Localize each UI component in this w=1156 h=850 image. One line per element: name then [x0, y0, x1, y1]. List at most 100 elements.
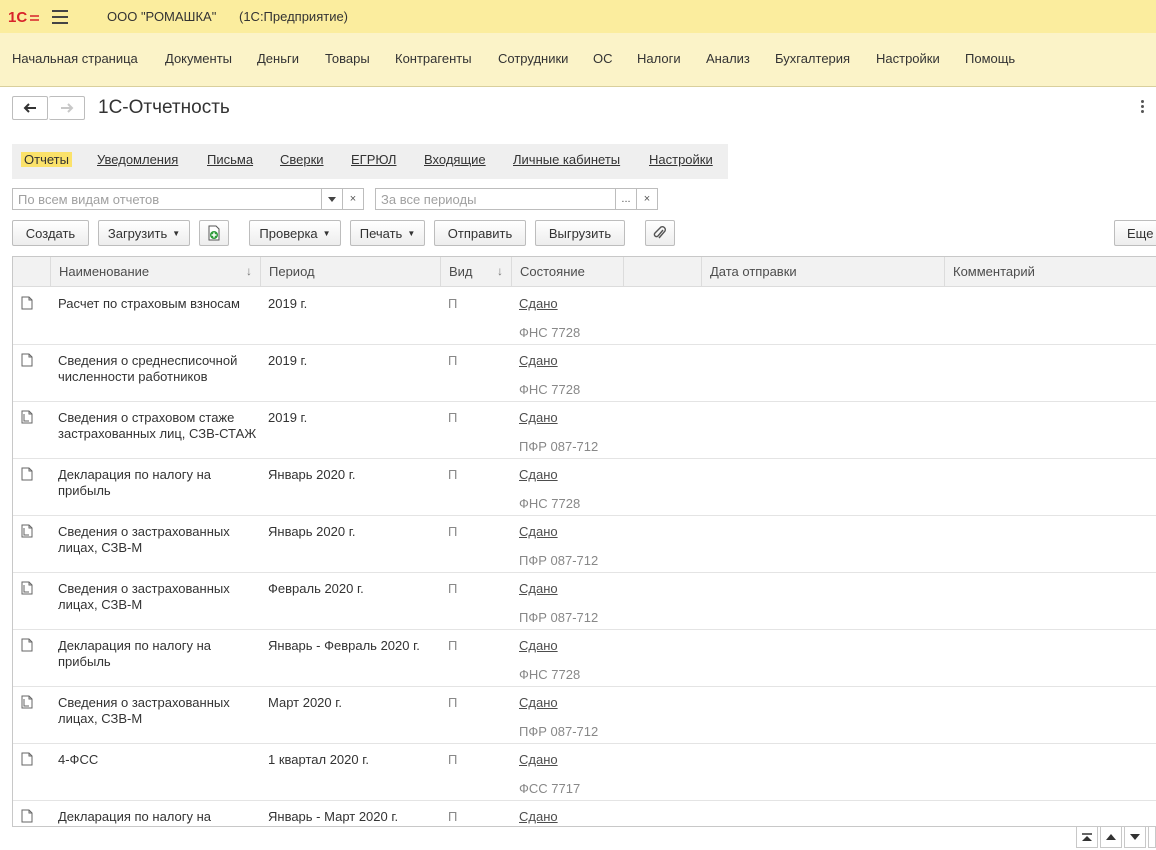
report-name: Сведения о среднесписочной численности р… — [58, 353, 238, 384]
tab-reports[interactable]: Отчеты — [21, 152, 72, 167]
scroll-to-top-button[interactable] — [1076, 826, 1098, 848]
triangle-up-icon — [1106, 834, 1116, 840]
organization-name: ООО "РОМАШКА" — [107, 9, 217, 24]
export-button[interactable]: Выгрузить — [535, 220, 625, 246]
report-period: 2019 г. — [268, 296, 308, 311]
period-select-button[interactable]: ... — [615, 188, 637, 210]
scroll-to-bottom-button[interactable] — [1148, 826, 1156, 848]
tab-notifications[interactable]: Уведомления — [97, 152, 178, 167]
report-recipient: ФНС 7728 — [519, 496, 581, 511]
section-help[interactable]: Помощь — [965, 51, 1015, 66]
table-row[interactable]: Сведения о застрахованных лицах, СЗВ-М Ян… — [13, 516, 1156, 573]
attach-button[interactable] — [645, 220, 675, 246]
report-status-link[interactable]: Сдано — [519, 353, 558, 369]
create-label: Создать — [25, 225, 76, 241]
table-row[interactable]: Декларация по налогу на прибыль Январь 20… — [13, 459, 1156, 516]
report-recipient: ПФР 087-712 — [519, 610, 599, 625]
main-menu-icon[interactable] — [52, 10, 68, 24]
table-row[interactable]: 4-ФСС 1 квартал 2020 г. П Сдано ФСС 7717 — [13, 744, 1156, 801]
report-status-link[interactable]: Сдано — [519, 467, 558, 483]
section-taxes[interactable]: Налоги — [637, 51, 681, 66]
section-employees[interactable]: Сотрудники — [498, 51, 568, 66]
report-status-link[interactable]: Сдано — [519, 581, 558, 597]
report-name: 4-ФСС — [58, 752, 99, 767]
print-label: Печать — [359, 225, 403, 241]
period-clear-button[interactable]: × — [636, 188, 658, 210]
section-settings[interactable]: Настройки — [876, 51, 940, 66]
send-button[interactable]: Отправить — [434, 220, 526, 246]
tab-reconciliations[interactable]: Сверки — [280, 152, 324, 167]
report-status-link[interactable]: Сдано — [519, 638, 558, 654]
period-placeholder: За все периоды — [381, 192, 477, 207]
forward-button[interactable] — [49, 96, 85, 120]
report-kind: П — [448, 353, 458, 368]
report-status-link[interactable]: Сдано — [519, 410, 558, 426]
more-actions-icon[interactable] — [1138, 100, 1146, 116]
column-header-blank[interactable] — [623, 257, 701, 287]
section-fixed-assets[interactable]: ОС — [593, 51, 613, 66]
tab-personal-accounts[interactable]: Личные кабинеты — [513, 152, 620, 167]
report-name: Декларация по налогу на прибыль — [58, 467, 212, 498]
column-kind-label: Вид — [449, 264, 473, 279]
1c-logo: 1С — [8, 9, 39, 26]
section-money[interactable]: Деньги — [257, 51, 299, 66]
section-accounting[interactable]: Бухгалтерия — [775, 51, 850, 66]
scroll-up-button[interactable] — [1100, 826, 1122, 848]
more-button[interactable]: Еще — [1114, 220, 1156, 246]
load-button[interactable]: Загрузить ▼ — [98, 220, 190, 246]
report-kind-clear-button[interactable]: × — [342, 188, 364, 210]
table-row[interactable]: Расчет по страховым взносам 2019 г. П Сдано… — [13, 288, 1156, 345]
sections-panel: Начальная страница Документы Деньги Това… — [0, 33, 1156, 87]
app-name: (1С:Предприятие) — [239, 9, 349, 24]
create-button[interactable]: Создать — [12, 220, 89, 246]
document-icon — [21, 467, 33, 481]
table-row[interactable]: Сведения о среднесписочной численности р… — [13, 345, 1156, 402]
period-filter[interactable]: За все периоды — [375, 188, 616, 210]
print-button[interactable]: Печать ▼ — [350, 220, 425, 246]
section-goods[interactable]: Товары — [325, 51, 370, 66]
report-status-link[interactable]: Сдано — [519, 752, 558, 768]
document-icon — [21, 296, 33, 310]
clear-icon: × — [643, 193, 651, 205]
arrow-right-icon — [60, 103, 73, 113]
report-recipient: ФНС 7728 — [519, 382, 581, 397]
column-header-comment[interactable]: Комментарий — [944, 257, 1156, 287]
report-status-link[interactable]: Сдано — [519, 524, 558, 540]
report-status-link[interactable]: Сдано — [519, 695, 558, 711]
section-home[interactable]: Начальная страница — [12, 51, 138, 66]
tab-letters[interactable]: Письма — [207, 152, 253, 167]
table-row[interactable]: Сведения о застрахованных лицах, СЗВ-М Ма… — [13, 687, 1156, 744]
section-documents[interactable]: Документы — [165, 51, 232, 66]
back-button[interactable] — [12, 96, 48, 120]
report-name: Сведения о застрахованных лицах, СЗВ-М — [58, 581, 230, 612]
scroll-down-button[interactable] — [1124, 826, 1146, 848]
table-row[interactable]: Сведения о страховом стаже застрахованны… — [13, 402, 1156, 459]
column-sent-label: Дата отправки — [710, 264, 797, 279]
triangle-down-icon — [1130, 834, 1140, 840]
column-header-period[interactable]: Период — [260, 257, 440, 287]
column-header-kind[interactable]: Вид ↓ — [440, 257, 511, 287]
column-header-state[interactable]: Состояние — [511, 257, 623, 287]
tab-egrul[interactable]: ЕГРЮЛ — [351, 152, 396, 167]
report-status-link[interactable]: Сдано — [519, 809, 558, 825]
table-row[interactable]: Декларация по налогу на прибыль Январь - … — [13, 801, 1156, 826]
report-kind-filter[interactable]: По всем видам отчетов — [12, 188, 322, 210]
report-recipient: ПФР 087-712 — [519, 724, 599, 739]
table-row[interactable]: Декларация по налогу на прибыль Январь - … — [13, 630, 1156, 687]
report-kind-dropdown-button[interactable] — [321, 188, 343, 210]
tab-incoming[interactable]: Входящие — [424, 152, 486, 167]
section-counterparties[interactable]: Контрагенты — [395, 51, 472, 66]
tab-settings[interactable]: Настройки — [649, 152, 713, 167]
section-analysis[interactable]: Анализ — [706, 51, 750, 66]
report-period: Январь - Февраль 2020 г. — [268, 638, 420, 653]
column-header-name[interactable]: Наименование ↓ — [50, 257, 260, 287]
sort-arrow-icon: ↓ — [246, 264, 252, 278]
column-header-sent-date[interactable]: Дата отправки — [701, 257, 944, 287]
add-file-button[interactable] — [199, 220, 229, 246]
table-row[interactable]: Сведения о застрахованных лицах, СЗВ-М Фе… — [13, 573, 1156, 630]
check-button[interactable]: Проверка ▼ — [249, 220, 341, 246]
report-kind: П — [448, 809, 458, 824]
report-period: 1 квартал 2020 г. — [268, 752, 369, 767]
report-status-link[interactable]: Сдано — [519, 296, 558, 312]
report-kind: П — [448, 410, 458, 425]
